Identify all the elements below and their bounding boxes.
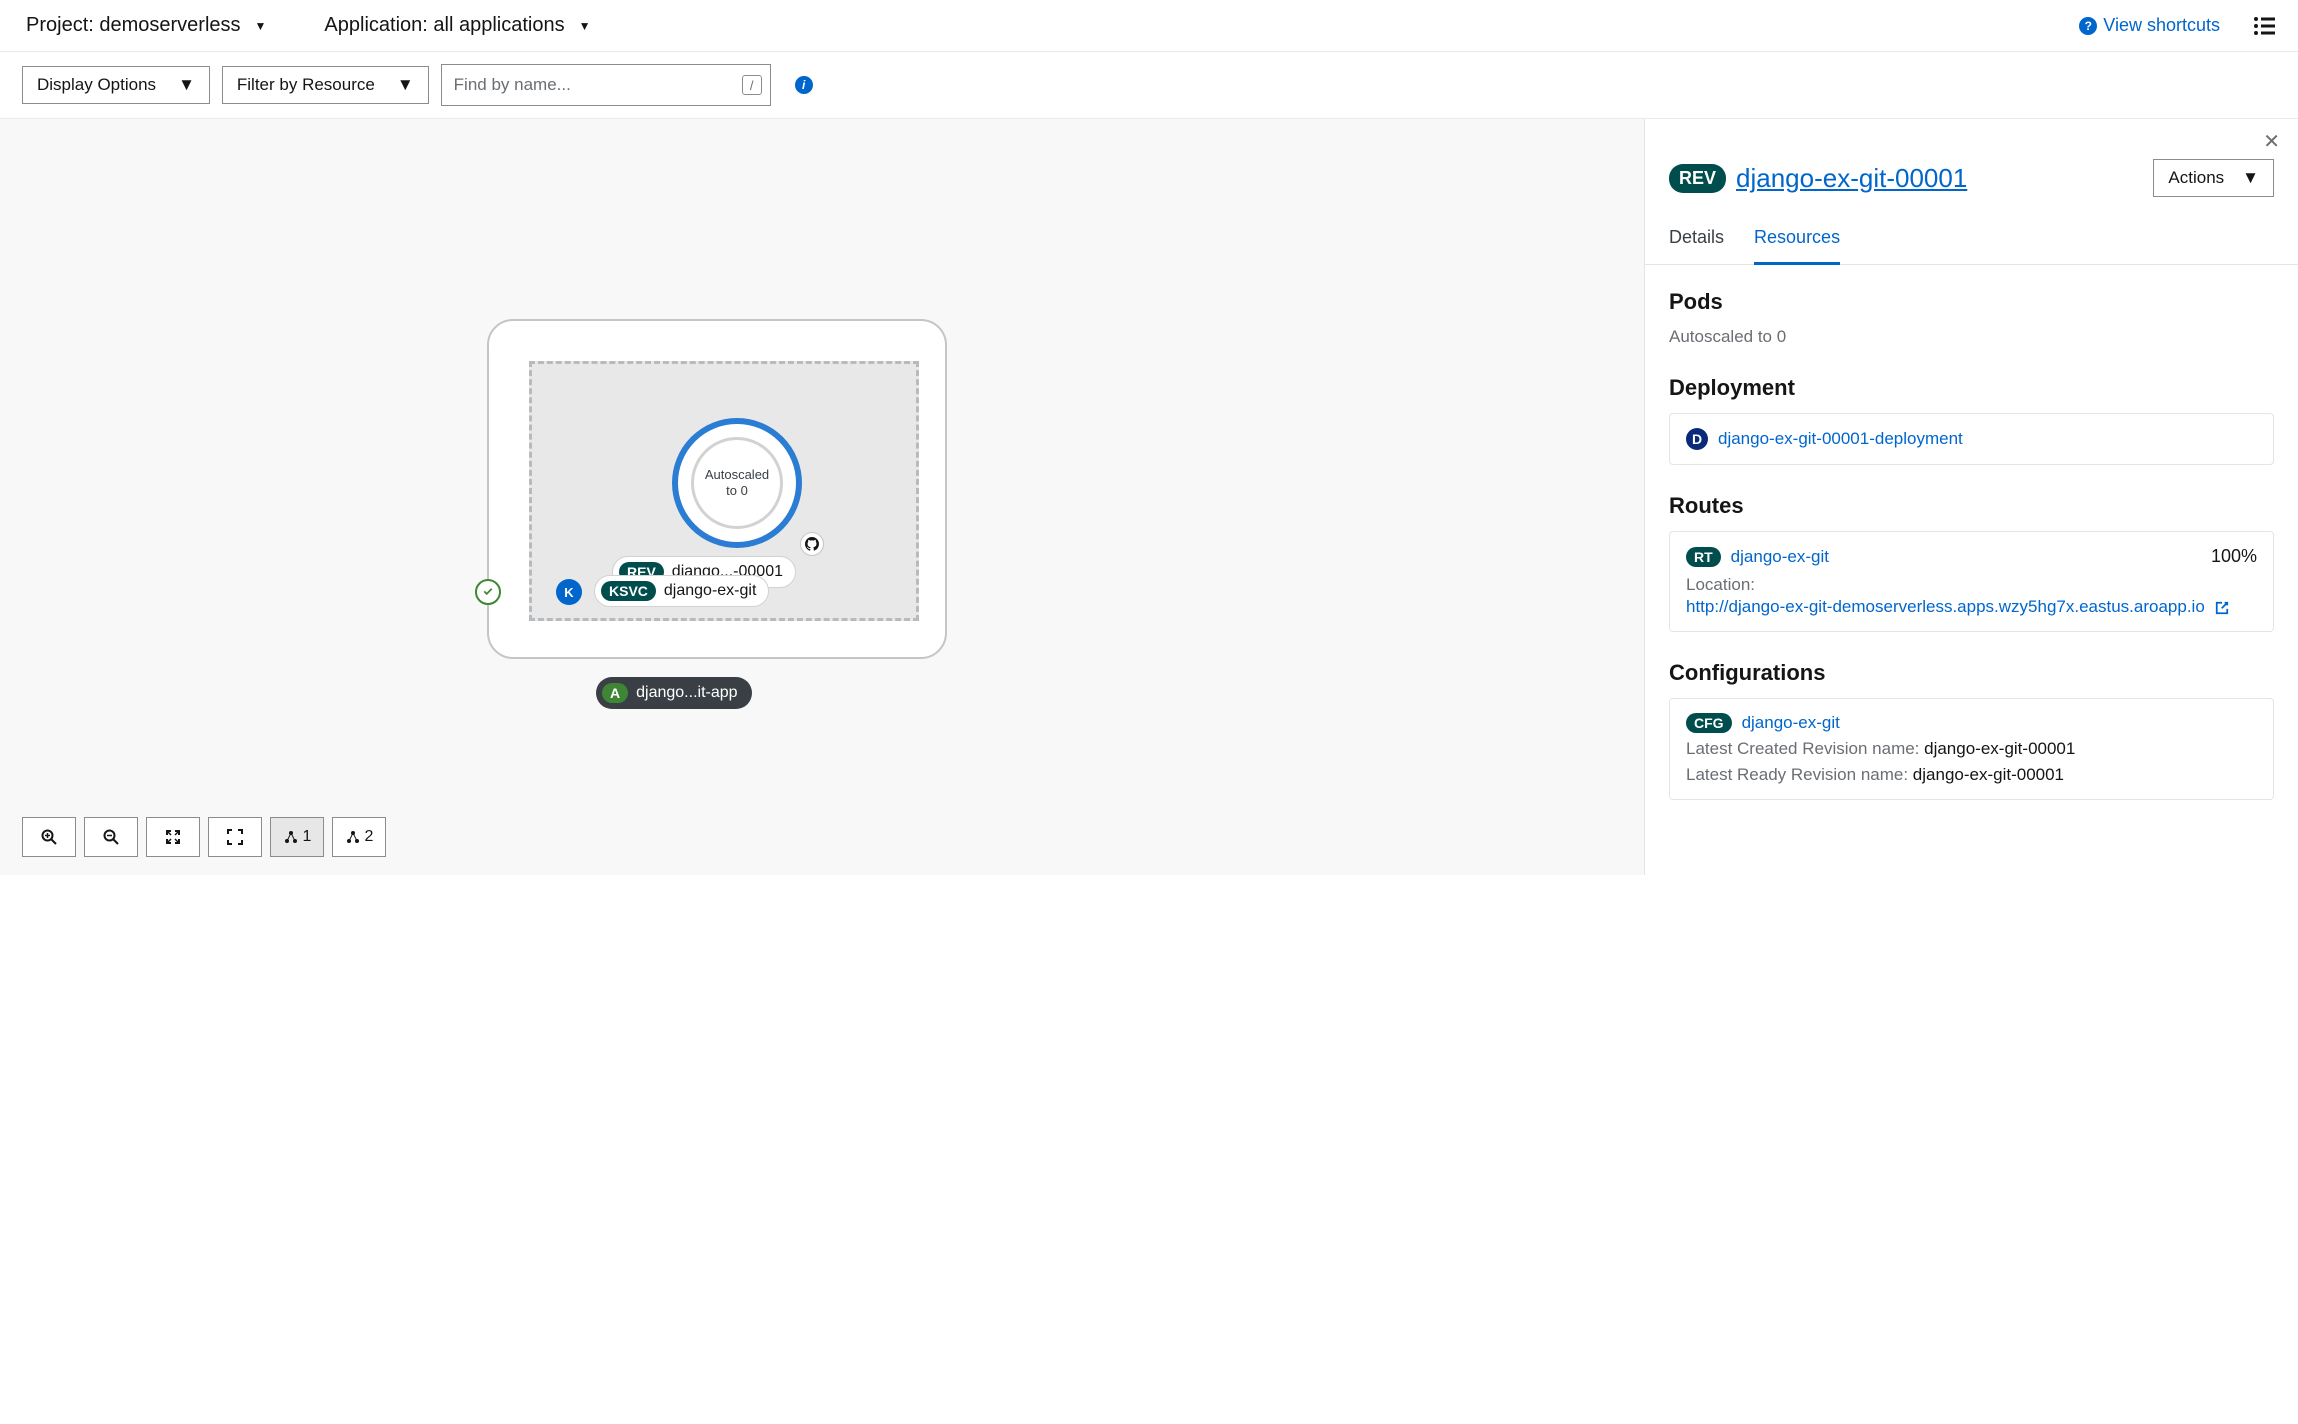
project-label-prefix: Project: — [26, 14, 99, 36]
reset-icon — [227, 829, 243, 845]
caret-down-icon: ▼ — [178, 75, 195, 95]
fit-icon — [165, 829, 181, 845]
configuration-card: CFG django-ex-git Latest Created Revisio… — [1669, 698, 2274, 800]
actions-label: Actions — [2168, 168, 2224, 188]
application-label-prefix: Application: — [324, 14, 433, 36]
reset-view-button[interactable] — [208, 817, 262, 857]
graph-icon — [345, 829, 361, 845]
close-icon[interactable]: ✕ — [2263, 129, 2280, 154]
project-name: demoserverless — [99, 14, 240, 36]
filter-resource-label: Filter by Resource — [237, 75, 375, 95]
route-badge-icon: RT — [1686, 547, 1721, 567]
caret-down-icon: ▼ — [255, 19, 267, 33]
caret-down-icon: ▼ — [579, 19, 591, 33]
configurations-heading: Configurations — [1669, 660, 2274, 686]
app-badge: A — [602, 683, 628, 703]
zoom-in-button[interactable] — [22, 817, 76, 857]
fit-to-screen-button[interactable] — [146, 817, 200, 857]
route-card: RT django-ex-git 100% Location: http://d… — [1669, 531, 2274, 632]
layout-1-label: 1 — [303, 828, 312, 846]
tab-resources[interactable]: Resources — [1754, 217, 1840, 265]
display-options-button[interactable]: Display Options ▼ — [22, 66, 210, 104]
panel-tabs: Details Resources — [1645, 217, 2298, 265]
route-traffic-percent: 100% — [2211, 546, 2257, 567]
application-group[interactable]: Autoscaled to 0 REV django...-00001 K KS… — [487, 319, 947, 659]
rev-badge: REV — [1669, 164, 1726, 193]
keyboard-shortcut-hint: / — [742, 75, 762, 95]
details-panel: ✕ REV django-ex-git-00001 Actions ▼ Deta… — [1644, 119, 2298, 875]
status-success-icon — [475, 579, 501, 605]
actions-dropdown[interactable]: Actions ▼ — [2153, 159, 2274, 197]
pods-heading: Pods — [1669, 289, 2274, 315]
created-rev-value: django-ex-git-00001 — [1924, 739, 2075, 758]
deployment-link[interactable]: django-ex-git-00001-deployment — [1718, 429, 1963, 449]
list-view-icon[interactable] — [2252, 14, 2276, 38]
github-icon[interactable] — [800, 532, 824, 556]
node-status-line2: to 0 — [726, 483, 748, 499]
configurations-section: Configurations CFG django-ex-git Latest … — [1645, 636, 2298, 820]
panel-title: REV django-ex-git-00001 — [1669, 163, 1967, 194]
application-selector[interactable]: Application: all applications ▼ — [320, 10, 594, 41]
project-selector[interactable]: Project: demoserverless ▼ — [22, 10, 270, 41]
ready-rev-label: Latest Ready Revision name: — [1686, 765, 1913, 784]
layout-2-button[interactable]: 2 — [332, 817, 386, 857]
deployment-badge-icon: D — [1686, 428, 1708, 450]
view-shortcuts-label: View shortcuts — [2103, 15, 2220, 36]
location-label: Location: — [1686, 575, 2257, 595]
topology-canvas[interactable]: Autoscaled to 0 REV django...-00001 K KS… — [0, 119, 2298, 875]
zoom-out-button[interactable] — [84, 817, 138, 857]
graph-icon — [283, 829, 299, 845]
ready-rev-value: django-ex-git-00001 — [1913, 765, 2064, 784]
external-link-icon — [2215, 601, 2229, 615]
application-name: all applications — [433, 14, 564, 36]
application-label-pill[interactable]: A django...it-app — [596, 677, 752, 709]
ksvc-name: django-ex-git — [664, 582, 757, 600]
created-rev-label: Latest Created Revision name: — [1686, 739, 1924, 758]
revision-node[interactable]: Autoscaled to 0 — [672, 418, 802, 548]
pods-section: Pods Autoscaled to 0 — [1645, 265, 2298, 351]
caret-down-icon: ▼ — [397, 75, 414, 95]
help-circle-icon: ? — [2079, 17, 2097, 35]
ksvc-badge: KSVC — [601, 581, 656, 601]
filter-resource-button[interactable]: Filter by Resource ▼ — [222, 66, 429, 104]
layout-1-button[interactable]: 1 — [270, 817, 324, 857]
find-by-name-field[interactable]: / — [441, 64, 771, 106]
display-options-label: Display Options — [37, 75, 156, 95]
routes-section: Routes RT django-ex-git 100% Location: h… — [1645, 469, 2298, 636]
info-icon[interactable]: i — [795, 76, 813, 94]
deployment-section: Deployment D django-ex-git-00001-deploym… — [1645, 351, 2298, 469]
tab-details[interactable]: Details — [1669, 217, 1724, 264]
zoom-out-icon — [103, 829, 119, 845]
layout-2-label: 2 — [365, 828, 374, 846]
config-badge-icon: CFG — [1686, 713, 1732, 733]
resource-title-link[interactable]: django-ex-git-00001 — [1736, 163, 1967, 194]
route-link[interactable]: django-ex-git — [1731, 547, 1829, 567]
application-short-name: django...it-app — [636, 684, 737, 702]
configuration-link[interactable]: django-ex-git — [1742, 713, 1840, 733]
node-status: Autoscaled to 0 — [691, 437, 783, 529]
find-input[interactable] — [442, 65, 734, 105]
route-url-link[interactable]: http://django-ex-git-demoserverless.apps… — [1686, 597, 2205, 616]
routes-heading: Routes — [1669, 493, 2274, 519]
zoom-in-icon — [41, 829, 57, 845]
node-status-line1: Autoscaled — [705, 467, 769, 483]
pods-status: Autoscaled to 0 — [1669, 327, 2274, 347]
ksvc-label-pill[interactable]: KSVC django-ex-git — [594, 575, 769, 607]
zoom-toolbar: 1 2 — [22, 817, 386, 857]
deployment-card: D django-ex-git-00001-deployment — [1669, 413, 2274, 465]
knative-icon: K — [556, 579, 582, 605]
deployment-heading: Deployment — [1669, 375, 2274, 401]
caret-down-icon: ▼ — [2242, 168, 2259, 188]
view-shortcuts-link[interactable]: ? View shortcuts — [2079, 15, 2220, 36]
